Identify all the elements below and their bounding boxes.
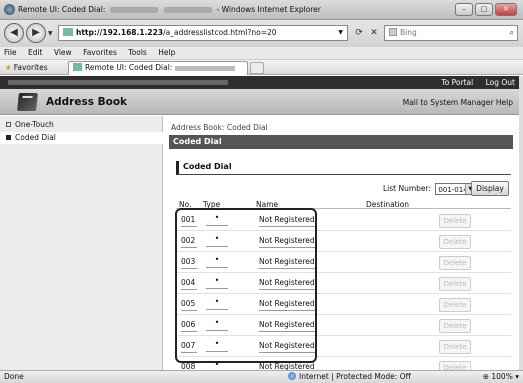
search-placeholder: Bing: [400, 28, 417, 37]
list-number-select[interactable]: 001-014▼: [435, 183, 476, 195]
star-icon: ★: [5, 63, 12, 72]
entry-name-link[interactable]: Not Registered: [259, 362, 315, 370]
redacted-text: [109, 7, 158, 13]
tab-page-icon: [73, 63, 82, 71]
display-button[interactable]: Display: [471, 181, 509, 196]
delete-button[interactable]: Delete: [439, 361, 471, 370]
breadcrumb: Address Book: Coded Dial: [171, 123, 268, 132]
status-bar: Done Internet | Protected Mode: Off ⊕ 10…: [0, 370, 523, 383]
page-icon: [63, 28, 73, 36]
menu-edit[interactable]: Edit: [28, 48, 43, 57]
col-destination: Destination: [366, 200, 410, 209]
header-links: Mail to System Manager Help: [403, 98, 513, 107]
bing-icon: [389, 28, 397, 36]
minimize-button[interactable]: –: [455, 3, 473, 16]
url-host: http://192.168.1.223: [76, 28, 164, 37]
menu-help[interactable]: Help: [158, 48, 175, 57]
redacted-device-name: [8, 80, 228, 85]
close-button[interactable]: ✕: [495, 3, 517, 16]
bullet-icon: [6, 135, 11, 140]
menu-tools[interactable]: Tools: [128, 48, 146, 57]
sidebar-item-one-touch[interactable]: One-Touch: [0, 119, 163, 131]
log-out-link[interactable]: Log Out: [486, 78, 515, 87]
window-title-suffix: - Windows Internet Explorer: [216, 5, 321, 14]
delete-button[interactable]: Delete: [439, 235, 471, 249]
new-tab-button[interactable]: [250, 62, 264, 74]
sidebar: One-Touch Coded Dial: [0, 116, 163, 370]
security-zone: Internet | Protected Mode: Off: [288, 371, 411, 383]
window-titlebar: Remote UI: Coded Dial: - Windows Interne…: [0, 0, 523, 20]
bullet-icon: [6, 122, 11, 127]
search-input[interactable]: Bing ⌕: [384, 25, 518, 41]
delete-button[interactable]: Delete: [439, 298, 471, 312]
app-header: Address Book Mail to System Manager Help: [0, 89, 523, 115]
delete-button[interactable]: Delete: [439, 214, 471, 228]
maximize-button[interactable]: □: [475, 3, 493, 16]
menu-favorites[interactable]: Favorites: [83, 48, 117, 57]
sidebar-item-label: Coded Dial: [15, 133, 56, 142]
delete-button[interactable]: Delete: [439, 319, 471, 333]
browser-tab[interactable]: Remote UI: Coded Dial:: [68, 61, 248, 75]
ie-logo-icon: [4, 4, 15, 15]
help-link[interactable]: Help: [496, 98, 513, 107]
menu-file[interactable]: File: [4, 48, 17, 57]
tab-label: Remote UI: Coded Dial:: [85, 63, 173, 72]
sidebar-item-coded-dial[interactable]: Coded Dial: [0, 132, 163, 144]
to-portal-link[interactable]: To Portal: [441, 78, 473, 87]
favorites-button[interactable]: ★ Favorites: [5, 62, 48, 73]
forward-button[interactable]: ▶: [26, 23, 46, 43]
list-number-label: List Number:: [383, 184, 432, 193]
zoom-control[interactable]: ⊕ 100% ▾: [483, 371, 519, 383]
list-number-control: List Number: 001-014▼: [383, 183, 476, 195]
back-button[interactable]: ◀: [4, 23, 24, 43]
status-text: Done: [4, 372, 24, 381]
url-path: /a_addresslistcod.html?no=20: [163, 28, 277, 37]
window-title-prefix: Remote UI: Coded Dial:: [18, 5, 106, 14]
highlight-callout: [175, 208, 317, 363]
redacted-text: [164, 7, 213, 13]
zoom-level: 100%: [491, 372, 513, 381]
redacted-text: [175, 65, 236, 71]
address-bar: ◀ ▶ ▼ http://192.168.1.223/a_addresslist…: [0, 20, 523, 47]
favorites-bar: ★ Favorites Remote UI: Coded Dial:: [0, 60, 523, 75]
window-title: Remote UI: Coded Dial: - Windows Interne…: [18, 5, 321, 14]
url-input[interactable]: http://192.168.1.223/a_addresslistcod.ht…: [58, 25, 348, 41]
section-title: Coded Dial: [176, 161, 511, 175]
globe-icon: [288, 372, 296, 380]
sidebar-item-label: One-Touch: [15, 120, 54, 129]
favorites-label: Favorites: [13, 63, 48, 72]
menu-bar: File Edit View Favorites Tools Help: [0, 47, 523, 60]
mail-to-system-manager-link[interactable]: Mail to System Manager: [403, 98, 494, 107]
history-dropdown-icon[interactable]: ▼: [48, 30, 53, 37]
zoom-icon: ⊕: [482, 372, 489, 381]
page-title: Address Book: [46, 96, 128, 108]
list-number-value: 001-014: [438, 186, 468, 194]
top-header-bar: To Portal Log Out: [0, 76, 523, 89]
vertical-scrollbar[interactable]: [519, 76, 523, 370]
address-book-icon: [17, 93, 38, 111]
search-icon[interactable]: ⌕: [510, 26, 514, 40]
zone-label: Internet | Protected Mode: Off: [299, 372, 411, 381]
delete-button[interactable]: Delete: [439, 277, 471, 291]
stop-icon[interactable]: ✕: [367, 26, 381, 40]
refresh-icon[interactable]: ⟳: [352, 26, 366, 40]
delete-button[interactable]: Delete: [439, 256, 471, 270]
window-controls: – □ ✕: [455, 3, 517, 16]
menu-view[interactable]: View: [54, 48, 72, 57]
entry-number: 008: [181, 362, 197, 370]
url-dropdown-icon[interactable]: ▼: [338, 26, 343, 40]
panel-title: Coded Dial: [169, 135, 513, 149]
delete-button[interactable]: Delete: [439, 340, 471, 354]
